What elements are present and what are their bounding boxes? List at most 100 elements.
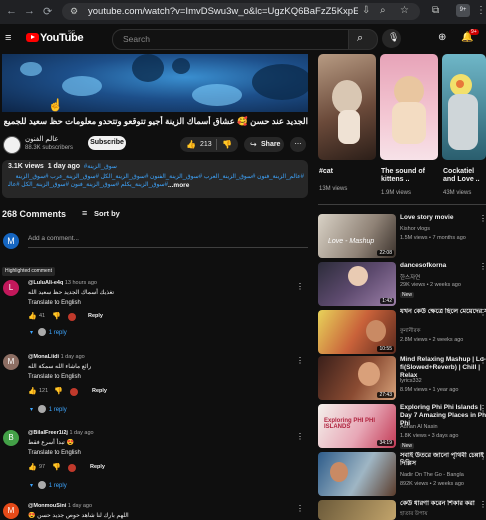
more-actions-button[interactable]: ⋯ [290,137,306,152]
comment-reply-button[interactable]: Reply [90,464,105,470]
search-placeholder: Search [123,34,150,44]
address-bar[interactable]: ⚙ youtube.com/watch?v=ImvDSwu3w_o&lc=Ugz… [62,3,420,20]
comment-author[interactable]: @MonmouSini 1 day ago [28,503,92,509]
comment-author[interactable]: @BilalFreer1i2j 1 day ago [28,430,94,436]
comment-reply-button[interactable]: Reply [92,388,107,394]
comment-dislike-icon[interactable]: 👎 [54,387,63,395]
comment-author[interactable]: @MonaLiidi 1 day ago [28,354,85,360]
commenter-avatar[interactable]: B [3,430,19,446]
short-title[interactable]: #cat [319,168,333,176]
video-thumbnail[interactable]: 1:42 [318,262,396,306]
comment-reply-button[interactable]: Reply [88,313,103,319]
description-box[interactable]: 3.1K views 1 day ago #سوق_الزينة #عالم_ا… [2,160,308,198]
short-thumbnail[interactable] [380,54,438,160]
extension-badge[interactable]: 9+ [456,4,470,17]
search-input[interactable]: Search [112,29,350,50]
comment-menu-icon[interactable]: ⋮ [296,356,304,365]
comment-menu-icon[interactable]: ⋮ [296,504,304,513]
comment-menu-icon[interactable]: ⋮ [296,282,304,291]
video-title[interactable]: dancesofkorna [400,262,486,270]
video-thumbnail[interactable]: 10:55 [318,310,396,354]
commenter-avatar[interactable]: M [3,503,19,519]
short-thumbnail[interactable] [318,54,376,160]
video-menu-icon[interactable]: ⋮ [479,404,486,413]
hamburger-menu-icon[interactable]: ≡ [5,32,11,44]
comment-dislike-icon[interactable]: 👎 [52,312,61,320]
voice-search-button[interactable]: 🎙 [382,29,401,48]
video-channel[interactable]: Kishor vlogs [400,226,430,232]
video-channel[interactable]: lyrics332 [400,378,422,384]
comment-like-icon[interactable]: 👍 [28,387,37,395]
forward-icon[interactable]: → [24,5,35,17]
cat-body-shape [338,110,360,144]
short-thumbnail[interactable] [442,54,486,160]
comment-like-icon[interactable]: 👍 [28,312,37,320]
commenter-avatar[interactable]: M [3,354,19,370]
channel-name[interactable]: عالم الفنون [25,135,59,143]
extensions-icon[interactable]: ⧉ [432,5,439,16]
subscribe-button[interactable]: Subscribe [88,136,126,150]
comment-dislike-icon[interactable]: 👎 [52,463,61,471]
video-channel[interactable]: 한스자연 [400,273,420,281]
sort-by-button[interactable]: Sort by [94,209,120,218]
video-thumbnail[interactable] [318,500,396,520]
replies-toggle[interactable]: ▾ 1 reply [30,405,67,413]
video-title[interactable]: কেউ ধারণা করেন শিকার করা [400,500,486,508]
add-comment-input[interactable]: Add a comment... [28,235,79,242]
youtube-logo-text[interactable]: YouTube [40,32,84,44]
video-menu-icon[interactable]: ⋮ [479,452,486,461]
video-title[interactable]: Mind Relaxing Mashup | Lo-fi(Slowed+Reve… [400,356,486,380]
translate-link[interactable]: Translate to English [28,374,81,380]
commenter-avatar[interactable]: L [3,280,19,296]
video-menu-icon[interactable]: ⋮ [479,262,486,271]
like-icon[interactable]: 👍 [186,137,196,152]
browser-menu-icon[interactable]: ⋮ [476,5,486,16]
bookmark-star-icon[interactable]: ☆ [400,5,409,16]
site-info-icon[interactable]: ⚙ [70,6,78,17]
show-more-link[interactable]: ...more [168,182,189,189]
video-channel[interactable]: কুনানীরক [400,328,420,336]
share-button[interactable]: ↪ Share [244,137,284,152]
subscriber-count: 88.3K subscribers [25,145,74,151]
hashtag-line[interactable]: #سوق_الزينة_يكلم #سوق_الزينة_فنون #سوق_ا… [8,181,168,189]
channel-avatar[interactable] [3,136,21,154]
video-thumbnail[interactable]: 27:43 [318,356,396,400]
short-title[interactable]: Cockatiel and Love .. [443,168,486,184]
video-title[interactable]: যখন কেউ ক্ষেত্রে ছিলে মেয়েদের সাথে [400,308,486,316]
search-button[interactable]: ⌕ [348,29,378,50]
back-icon[interactable]: ← [6,5,17,17]
hashtag-line[interactable]: #عالم_الزينة_فنون #سوق_الزينة_العرب #سوق… [8,173,305,181]
translate-link[interactable]: Translate to English [28,300,81,306]
replies-toggle[interactable]: ▾ 1 reply [30,481,67,489]
comment-like-icon[interactable]: 👍 [28,463,37,471]
translate-link[interactable]: Translate to English [28,450,81,456]
comment-author[interactable]: @LuluAli-e4q 13 hours ago [28,280,97,286]
video-thumbnail[interactable]: Exploring PHI PHI ISLANDS 34:19 [318,404,396,448]
replies-toggle[interactable]: ▾ 1 reply [30,328,67,336]
video-channel[interactable]: হাতার উপায় [400,511,428,519]
video-menu-icon[interactable]: ⋮ [479,308,486,317]
video-menu-icon[interactable]: ⋮ [479,500,486,509]
mouse-cursor-icon: ☝ [48,98,63,112]
video-menu-icon[interactable]: ⋮ [479,214,486,223]
video-player[interactable]: ☝ [2,54,308,112]
video-title[interactable]: Love story movie [400,214,486,222]
install-icon[interactable]: ⇩ [362,5,370,16]
short-title[interactable]: The sound of kittens .. [381,168,439,184]
video-channel[interactable]: Nadir On The Go - Bangla [400,472,464,478]
hashtag-first[interactable]: #سوق_الزينة [84,164,117,170]
sort-icon[interactable]: ≡ [82,208,87,218]
create-icon[interactable]: ⊕ [438,32,446,43]
comment-menu-icon[interactable]: ⋮ [296,432,304,441]
comment-like-count: 97 [39,464,46,470]
dislike-icon[interactable]: 👎 [222,137,232,152]
video-channel[interactable]: Adnan Al Nasin [400,424,438,430]
video-thumbnail[interactable]: Love - Mashup 22:08 [318,214,396,258]
video-thumbnail[interactable] [318,452,396,496]
zoom-icon[interactable]: ⌕ [380,5,386,16]
reload-icon[interactable]: ⟳ [43,5,52,18]
short-views: 43M views [443,190,472,196]
video-duration: 22:08 [377,250,394,256]
video-menu-icon[interactable]: ⋮ [479,356,486,365]
video-title[interactable]: সবাই উতরে জানো পৃথিবী চেন্নাই দিল্লিস [400,452,486,468]
